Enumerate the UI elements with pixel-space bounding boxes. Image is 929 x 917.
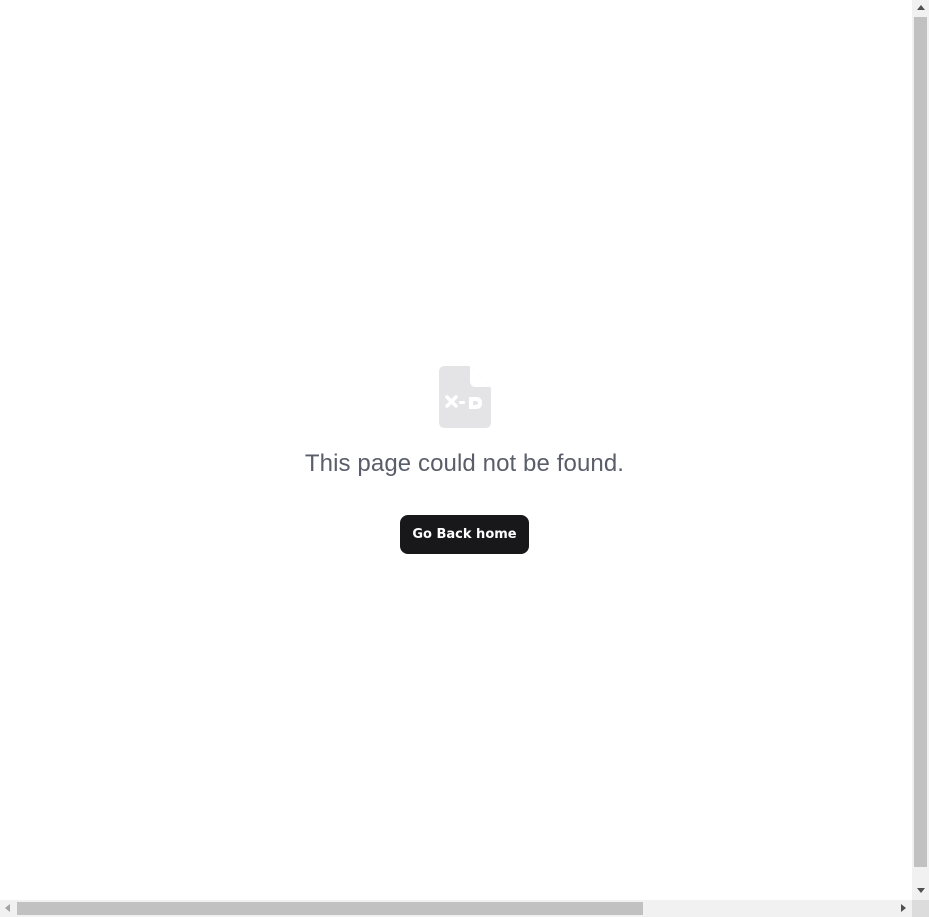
scroll-up-arrow-icon[interactable]	[917, 5, 925, 10]
scroll-right-arrow-icon[interactable]	[901, 904, 906, 912]
vertical-scroll-thumb[interactable]	[914, 17, 927, 867]
page-viewport: This page could not be found. Go Back ho…	[0, 0, 912, 900]
scroll-down-arrow-icon[interactable]	[917, 888, 925, 893]
horizontal-scrollbar[interactable]	[0, 900, 912, 917]
scrollbar-corner	[912, 900, 929, 917]
scroll-left-arrow-icon[interactable]	[5, 904, 10, 912]
vertical-scrollbar[interactable]	[912, 0, 929, 900]
horizontal-scroll-thumb[interactable]	[17, 902, 643, 915]
file-x-icon	[438, 366, 491, 428]
not-found-message: This page could not be found.	[304, 450, 625, 477]
go-back-home-button[interactable]: Go Back home	[400, 515, 529, 554]
not-found-content: This page could not be found. Go Back ho…	[0, 364, 929, 554]
